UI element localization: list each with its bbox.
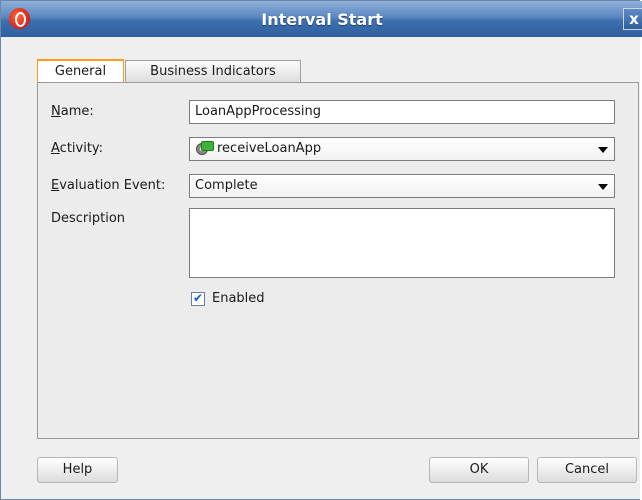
help-button[interactable]: Help	[37, 457, 118, 483]
enabled-checkbox[interactable]	[191, 291, 205, 306]
description-textarea[interactable]	[189, 208, 615, 278]
name-input[interactable]: LoanAppProcessing	[189, 100, 615, 124]
activity-value: receiveLoanApp	[217, 141, 322, 156]
tab-general[interactable]: General	[37, 59, 124, 83]
interval-start-dialog: Interval Start x General Business Indica…	[0, 0, 642, 500]
evaluation-event-value: Complete	[195, 178, 258, 193]
chevron-down-icon	[598, 184, 608, 190]
activity-label: Activity:	[51, 141, 104, 156]
window-title: Interval Start	[261, 10, 383, 29]
evaluation-event-select[interactable]: Complete	[189, 174, 615, 198]
chevron-down-icon	[598, 147, 608, 153]
cancel-button[interactable]: Cancel	[537, 457, 637, 483]
close-button[interactable]: x	[623, 8, 642, 30]
evaluation-event-label: Evaluation Event:	[51, 178, 166, 193]
description-label: Description	[51, 211, 126, 226]
enabled-label: Enabled	[212, 291, 265, 306]
title-bar[interactable]: Interval Start x	[1, 1, 642, 37]
name-label: Name:	[51, 104, 94, 119]
tab-business-indicators[interactable]: Business Indicators	[125, 60, 301, 82]
ok-button[interactable]: OK	[429, 457, 529, 483]
receive-activity-icon	[195, 140, 214, 157]
activity-select[interactable]: receiveLoanApp	[189, 137, 615, 161]
